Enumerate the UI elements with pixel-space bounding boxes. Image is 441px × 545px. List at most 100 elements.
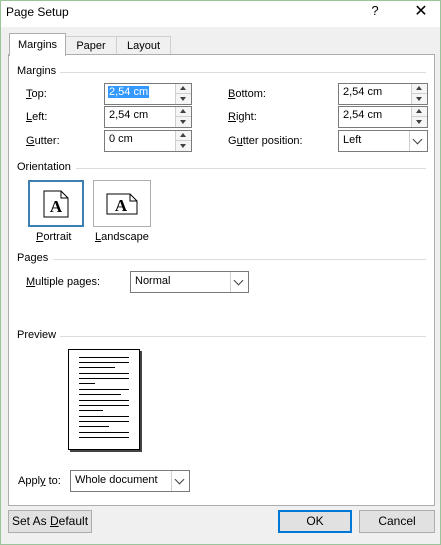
tab-layout-label: Layout	[126, 40, 161, 52]
preview-section-label: Preview	[17, 329, 61, 341]
right-margin-value[interactable]: 2,54 cm	[342, 109, 383, 121]
multiple-pages-label: Multiple pages:	[26, 276, 100, 288]
multiple-pages-label-rest: ultiple pages:	[35, 276, 100, 288]
preview-text-line	[79, 432, 129, 433]
left-margin-label: Left:	[26, 111, 47, 123]
top-margin-arrows	[175, 84, 191, 104]
bottom-margin-label: Bottom:	[228, 88, 266, 100]
multiple-pages-select[interactable]: Normal	[130, 271, 249, 293]
tab-layout[interactable]: Layout	[116, 36, 171, 56]
preview-text-line	[79, 362, 129, 363]
gutter-accel: G	[26, 135, 35, 147]
landscape-label-rest: andscape	[101, 231, 149, 243]
set-default-rest: efault	[58, 514, 89, 528]
right-margin-arrows	[411, 107, 427, 127]
bottom-margin-value[interactable]: 2,54 cm	[342, 86, 383, 98]
multiple-pages-dropdown-button[interactable]	[230, 272, 248, 292]
landscape-glyph: A	[115, 196, 128, 215]
ok-button[interactable]: OK	[278, 510, 352, 533]
top-margin-spinner[interactable]: 2,54 cm	[104, 83, 192, 105]
preview-text-line	[79, 389, 129, 390]
top-margin-down-button[interactable]	[176, 94, 191, 104]
tab-paper-label: Paper	[76, 40, 106, 52]
portrait-label: Portrait	[36, 231, 71, 243]
gutter-position-select[interactable]: Left	[338, 130, 428, 152]
gutter-spinner[interactable]: 0 cm	[104, 130, 192, 152]
preview-text-line	[79, 410, 103, 411]
landscape-option[interactable]: A	[93, 180, 151, 227]
gutter-up-button[interactable]	[176, 131, 191, 141]
gutter-arrows	[175, 131, 191, 151]
right-margin-spinner[interactable]: 2,54 cm	[338, 106, 428, 128]
margins-separator	[60, 72, 426, 73]
cancel-button[interactable]: Cancel	[359, 510, 435, 533]
top-margin-label: Top:	[26, 88, 47, 100]
chevron-down-icon	[174, 474, 185, 485]
left-margin-spinner[interactable]: 2,54 cm	[104, 106, 192, 128]
right-accel: R	[228, 111, 236, 123]
chevron-down-icon	[233, 275, 244, 286]
gutter-position-rest: tter position:	[242, 135, 303, 147]
multiple-pages-accel: M	[26, 276, 36, 288]
preview-text-line	[79, 383, 95, 384]
bottom-margin-spinner[interactable]: 2,54 cm	[338, 83, 428, 105]
chevron-down-icon	[412, 134, 423, 145]
gutter-position-dropdown-button[interactable]	[409, 131, 427, 151]
pages-section-label: Pages	[17, 252, 53, 264]
help-button[interactable]: ?	[366, 3, 384, 21]
left-margin-up-button[interactable]	[176, 107, 191, 117]
arrow-down-icon	[416, 97, 422, 101]
preview-text-line	[79, 400, 129, 401]
left-label-rest: eft:	[32, 111, 48, 123]
apply-to-rest: to:	[45, 475, 61, 487]
gutter-value[interactable]: 0 cm	[108, 133, 134, 145]
bottom-label-rest: ottom:	[235, 88, 266, 100]
arrow-up-icon	[416, 109, 422, 113]
right-margin-down-button[interactable]	[412, 117, 427, 127]
close-button[interactable]: ✕	[410, 1, 432, 23]
portrait-page-icon: A	[43, 190, 69, 217]
landscape-page-icon: A	[106, 193, 138, 215]
arrow-down-icon	[180, 144, 186, 148]
bottom-margin-down-button[interactable]	[412, 94, 427, 104]
arrow-down-icon	[416, 120, 422, 124]
right-label-rest: ight:	[235, 111, 257, 123]
arrow-up-icon	[180, 86, 186, 90]
apply-to-select[interactable]: Whole document	[70, 470, 190, 492]
orientation-section-label: Orientation	[17, 161, 75, 173]
pages-separator	[53, 259, 426, 260]
landscape-label: Landscape	[95, 231, 149, 243]
apply-to-pre: Appl	[18, 475, 41, 487]
gutter-label: Gutter:	[26, 135, 60, 147]
portrait-option[interactable]: A	[28, 180, 84, 227]
top-margin-value[interactable]: 2,54 cm	[108, 86, 150, 98]
left-margin-value[interactable]: 2,54 cm	[108, 109, 149, 121]
gutter-down-button[interactable]	[176, 141, 191, 151]
arrow-down-icon	[180, 97, 186, 101]
portrait-label-rest: ortrait	[43, 231, 72, 243]
right-margin-up-button[interactable]	[412, 107, 427, 117]
set-default-pre: Set As	[11, 514, 50, 528]
preview-text-line	[79, 367, 115, 368]
left-margin-arrows	[175, 107, 191, 127]
arrow-up-icon	[180, 133, 186, 137]
left-margin-down-button[interactable]	[176, 117, 191, 127]
gutter-position-pre: G	[228, 135, 237, 147]
preview-text-line	[79, 426, 109, 427]
dialog-title: Page Setup	[6, 5, 69, 19]
tab-paper[interactable]: Paper	[65, 36, 117, 56]
arrow-up-icon	[180, 109, 186, 113]
tab-margins[interactable]: Margins	[9, 33, 66, 56]
preview-text-line	[79, 416, 129, 417]
preview-text-line	[79, 405, 129, 406]
gutter-label-rest: utter:	[34, 135, 60, 147]
preview-text-line	[79, 437, 129, 438]
top-margin-up-button[interactable]	[176, 84, 191, 94]
top-label-rest: op:	[31, 88, 47, 100]
preview-page	[68, 349, 140, 450]
preview-text-line	[79, 373, 129, 374]
tab-margins-label: Margins	[17, 39, 58, 51]
set-as-default-button[interactable]: Set As Default	[8, 510, 92, 533]
bottom-margin-up-button[interactable]	[412, 84, 427, 94]
apply-to-dropdown-button[interactable]	[171, 471, 189, 491]
